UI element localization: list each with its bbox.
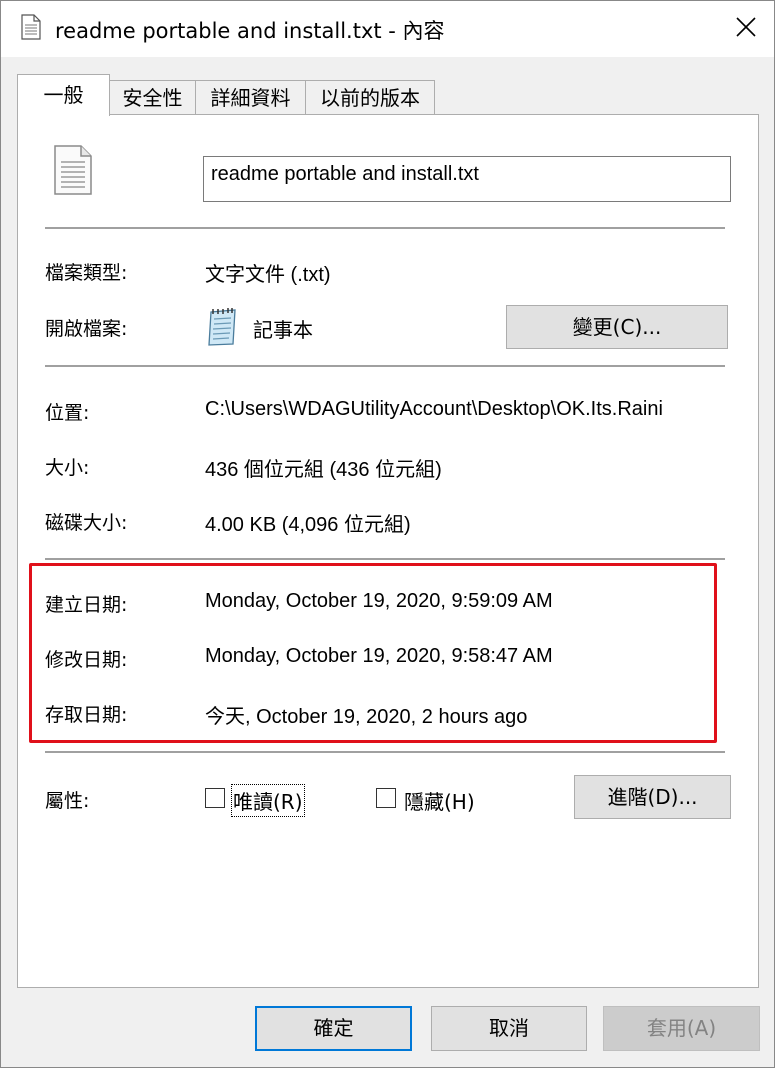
ok-button[interactable]: 確定: [255, 1006, 412, 1051]
location-label: 位置:: [45, 402, 90, 424]
change-button[interactable]: 變更(C)...: [506, 305, 728, 349]
divider: [45, 227, 725, 230]
size-value: 436 個位元組 (436 位元組): [205, 459, 442, 481]
readonly-label[interactable]: 唯讀(R): [231, 784, 305, 817]
tab-security[interactable]: 安全性: [109, 80, 196, 115]
close-icon: [736, 17, 756, 41]
file-name-input[interactable]: readme portable and install.txt: [203, 156, 731, 202]
tab-panel: [17, 114, 759, 988]
highlight-box: [29, 563, 717, 743]
notepad-icon: [205, 307, 239, 347]
size-label: 大小:: [45, 457, 90, 479]
tab-strip: 一般 安全性 詳細資料 以前的版本: [17, 74, 759, 116]
opens-with-label: 開啟檔案:: [45, 318, 128, 340]
file-type-label: 檔案類型:: [45, 262, 128, 284]
tab-general[interactable]: 一般: [17, 74, 110, 116]
text-file-icon: [21, 14, 41, 40]
hidden-label[interactable]: 隱藏(H): [404, 786, 475, 815]
readonly-checkbox[interactable]: [205, 788, 225, 808]
attributes-label: 屬性:: [45, 790, 90, 812]
file-type-value: 文字文件 (.txt): [205, 264, 331, 286]
opens-with-value: 記事本: [253, 320, 313, 342]
window-title: readme portable and install.txt - 內容: [55, 19, 445, 43]
cancel-button[interactable]: 取消: [431, 1006, 587, 1051]
properties-dialog: readme portable and install.txt - 內容 一般 …: [0, 0, 775, 1068]
size-on-disk-label: 磁碟大小:: [45, 512, 128, 534]
tab-previous-versions[interactable]: 以前的版本: [305, 80, 435, 115]
hidden-checkbox[interactable]: [376, 788, 396, 808]
tab-details[interactable]: 詳細資料: [195, 80, 306, 115]
location-value: C:\Users\WDAGUtilityAccount\Desktop\OK.I…: [205, 398, 663, 420]
divider: [45, 751, 725, 754]
divider: [45, 365, 725, 368]
advanced-button[interactable]: 進階(D)...: [574, 775, 731, 819]
apply-button[interactable]: 套用(A): [603, 1006, 760, 1051]
divider: [45, 558, 725, 561]
document-icon: [53, 144, 93, 196]
close-button[interactable]: [723, 7, 769, 51]
size-on-disk-value: 4.00 KB (4,096 位元組): [205, 514, 411, 536]
title-bar: readme portable and install.txt - 內容: [1, 1, 774, 57]
